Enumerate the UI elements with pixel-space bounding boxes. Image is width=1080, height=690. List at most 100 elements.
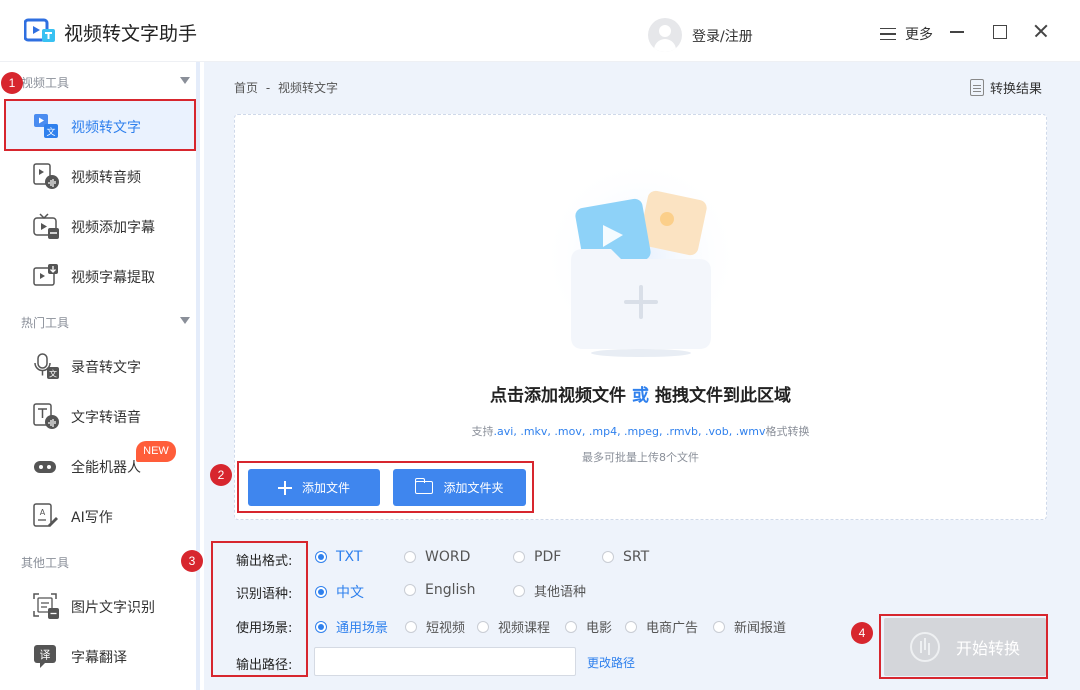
radio-label: 视频课程 — [498, 621, 551, 636]
breadcrumb: 首页 - 视频转文字 — [234, 79, 342, 96]
section-title-hot-tools: 热门工具 — [21, 316, 70, 330]
chevron-down-icon[interactable] — [180, 317, 190, 324]
sidebar-item-label: 文字转语音 — [71, 410, 141, 426]
supported-formats: 支持.avi, .mkv, .mov, .mp4, .mpeg, .rmvb, … — [235, 423, 1046, 439]
radio-scene-movie[interactable]: 电影 — [565, 617, 612, 636]
breadcrumb-home[interactable]: 首页 — [234, 81, 258, 95]
app-title: 视频转文字助手 — [64, 23, 198, 45]
radio-label: PDF — [534, 549, 562, 565]
sidebar-item-video-subtitle-extract[interactable]: 视频字幕提取 — [4, 250, 196, 300]
radio-scene-news[interactable]: 新闻报道 — [713, 617, 786, 636]
subtitle-translate-icon: 译 — [34, 645, 56, 668]
document-icon — [970, 79, 984, 96]
sidebar-item-label: 图片文字识别 — [71, 600, 155, 616]
dropzone-title: 点击添加视频文件或拖拽文件到此区域 — [235, 381, 1046, 406]
radio-label: 新闻报道 — [734, 621, 787, 636]
image-ocr-icon — [33, 593, 59, 619]
new-badge: NEW — [136, 441, 176, 462]
sidebar-item-label: 字幕翻译 — [71, 650, 127, 666]
sidebar-item-label: 全能机器人 — [71, 460, 141, 476]
radio-scene-video-course[interactable]: 视频课程 — [477, 617, 550, 636]
svg-text:译: 译 — [40, 649, 51, 662]
maximize-button[interactable] — [990, 22, 1008, 40]
more-label: 更多 — [905, 27, 933, 43]
breadcrumb-current: 视频转文字 — [278, 81, 339, 95]
support-suffix: 格式转换 — [765, 425, 810, 438]
dropzone-title-part1: 点击添加视频文件 — [490, 386, 626, 406]
radio-label: SRT — [623, 549, 650, 565]
conversion-result-link[interactable]: 转换结果 — [970, 78, 1042, 97]
close-button[interactable] — [1032, 22, 1050, 40]
annotation-number-1: 1 — [1, 72, 23, 94]
title-bar: 视频转文字助手 登录/注册 更多 — [0, 0, 1080, 62]
radio-format-word[interactable]: WORD — [404, 549, 470, 565]
radio-format-txt[interactable]: TXT — [315, 549, 362, 565]
video-add-subtitle-icon — [33, 213, 59, 239]
radio-format-srt[interactable]: SRT — [602, 549, 649, 565]
annotation-box-3 — [211, 541, 308, 677]
annotation-box-2 — [237, 461, 534, 513]
radio-label: 其他语种 — [534, 585, 587, 600]
radio-label: TXT — [336, 549, 363, 565]
change-path-link[interactable]: 更改路径 — [587, 654, 635, 671]
radio-format-pdf[interactable]: PDF — [513, 549, 561, 565]
video-subtitle-extract-icon — [33, 264, 58, 286]
sidebar-item-text-to-speech[interactable]: 文字转语音 — [4, 390, 196, 440]
sidebar-item-ai-writing[interactable]: A AI写作 — [4, 490, 196, 540]
radio-label: 电影 — [586, 621, 613, 636]
section-title-other-tools: 其他工具 — [21, 556, 70, 570]
minimize-button[interactable] — [948, 22, 966, 40]
annotation-number-4: 4 — [851, 622, 873, 644]
main-panel: 首页 - 视频转文字 转换结果 点击添加视频文件或拖拽文件到此区域 支持.avi… — [204, 62, 1080, 690]
radio-language-chinese[interactable]: 中文 — [315, 582, 364, 602]
annotation-box-1 — [4, 99, 196, 151]
svg-text:文: 文 — [49, 369, 57, 379]
more-menu-button[interactable]: 更多 — [880, 24, 933, 44]
breadcrumb-separator: - — [265, 81, 271, 95]
menu-icon — [880, 28, 896, 40]
svg-text:A: A — [40, 508, 46, 517]
dropzone-title-accent: 或 — [632, 386, 649, 406]
radio-label: WORD — [425, 549, 471, 565]
sidebar-item-audio-to-text[interactable]: 文 录音转文字 — [4, 340, 196, 390]
radio-scene-short-video[interactable]: 短视频 — [405, 617, 465, 636]
microphone-icon: 文 — [34, 353, 59, 379]
robot-icon — [34, 461, 56, 473]
conversion-result-label: 转换结果 — [990, 82, 1043, 97]
user-avatar[interactable] — [648, 18, 682, 52]
annotation-box-4 — [879, 614, 1048, 679]
output-path-input[interactable] — [314, 647, 576, 676]
ai-writing-icon: A — [33, 503, 58, 527]
section-title-video-tools: 视频工具 — [21, 76, 70, 90]
chevron-down-icon[interactable] — [180, 77, 190, 84]
app-logo-icon — [24, 18, 55, 42]
sidebar-item-label: 视频字幕提取 — [71, 270, 155, 286]
radio-scene-general[interactable]: 通用场景 — [315, 617, 388, 636]
support-prefix: 支持 — [471, 425, 494, 438]
video-to-audio-icon — [33, 163, 59, 189]
sidebar-item-video-add-subtitle[interactable]: 视频添加字幕 — [4, 200, 196, 250]
radio-label: 通用场景 — [336, 621, 389, 636]
annotation-number-2: 2 — [210, 464, 232, 486]
sidebar: 视频工具 文 视频转文字 视频转音频 视频添加字幕 视频字幕提取 热门工具 文 … — [0, 62, 200, 690]
sidebar-item-image-ocr[interactable]: 图片文字识别 — [4, 580, 196, 630]
support-extensions: .avi, .mkv, .mov, .mp4, .mpeg, .rmvb, .v… — [493, 425, 766, 438]
radio-language-english[interactable]: English — [404, 582, 476, 598]
annotation-number-3: 3 — [181, 550, 203, 572]
radio-language-other[interactable]: 其他语种 — [513, 581, 586, 600]
dropzone-title-part2: 拖拽文件到此区域 — [655, 386, 791, 406]
sidebar-item-label: 视频转音频 — [71, 170, 141, 186]
sidebar-item-label: 录音转文字 — [71, 360, 141, 376]
radio-scene-ecommerce-ad[interactable]: 电商广告 — [625, 617, 698, 636]
radio-label: English — [425, 582, 476, 598]
login-register-link[interactable]: 登录/注册 — [692, 26, 753, 46]
sidebar-item-video-to-audio[interactable]: 视频转音频 — [4, 150, 196, 200]
sidebar-item-label: AI写作 — [71, 510, 113, 526]
text-to-speech-icon — [33, 403, 59, 429]
radio-label: 电商广告 — [646, 621, 699, 636]
file-dropzone[interactable]: 点击添加视频文件或拖拽文件到此区域 支持.avi, .mkv, .mov, .m… — [234, 114, 1047, 520]
sidebar-item-label: 视频添加字幕 — [71, 220, 155, 236]
sidebar-item-subtitle-translate[interactable]: 译 字幕翻译 — [4, 630, 196, 680]
radio-label: 短视频 — [426, 621, 466, 636]
folder-upload-illustration-icon — [541, 167, 741, 367]
